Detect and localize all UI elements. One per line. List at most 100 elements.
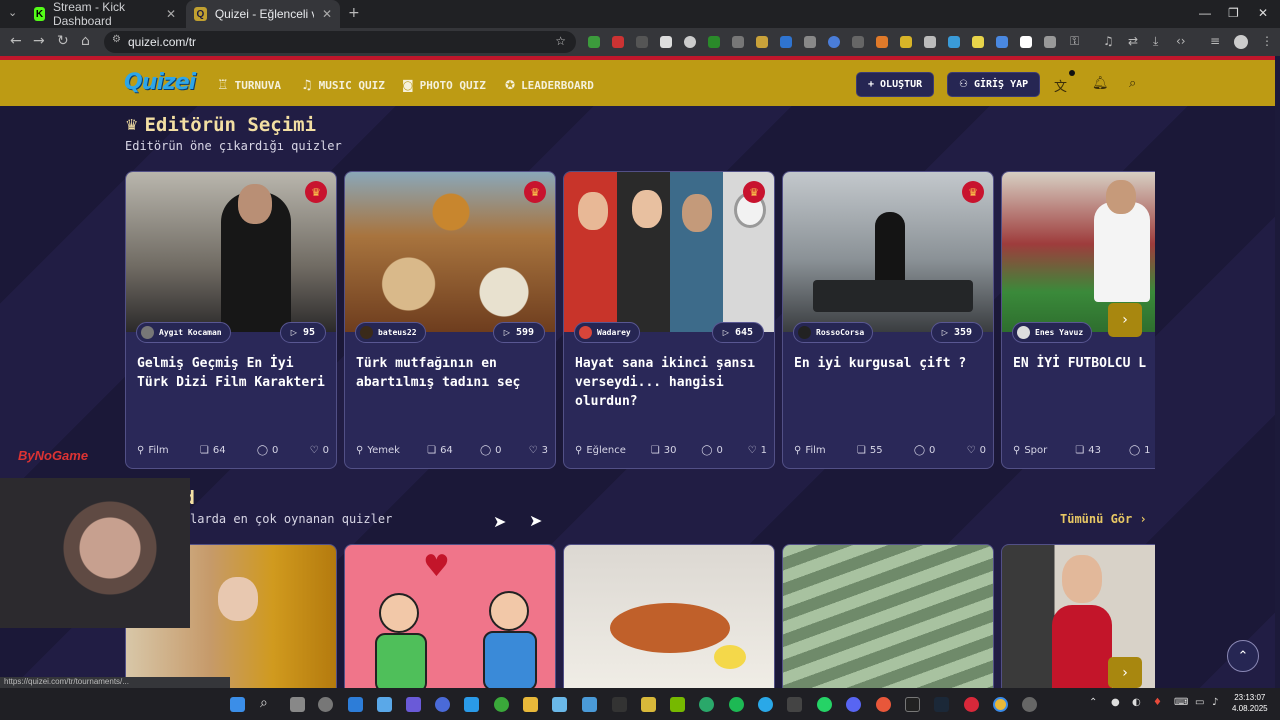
new-tab-icon[interactable]: + (348, 5, 360, 21)
bookmark-star-icon[interactable]: ☆ (555, 34, 566, 48)
quiz-title[interactable]: En iyi kurgusal çift ? (794, 354, 986, 373)
network-icon[interactable]: ▭ (1195, 697, 1204, 708)
tab-quizei[interactable]: Q Quizei - Eğlenceli ve etkileşimli ✕ (186, 0, 340, 28)
extension-icon[interactable] (924, 36, 936, 48)
extension-icon[interactable] (996, 36, 1008, 48)
windows-start-icon[interactable] (230, 697, 245, 712)
quiz-title[interactable]: Hayat sana ikinci şansı verseydi... hang… (575, 354, 767, 411)
quiz-title[interactable]: Türk mutfağının en abartılmış tadını seç (356, 354, 548, 392)
tab-search-icon[interactable]: ⌄ (8, 6, 17, 19)
app-icon[interactable] (1022, 697, 1037, 712)
quiz-card[interactable]: ♛ Aygıt Kocaman ▷ 95 Gelmiş Geçmiş En İyi… (125, 171, 337, 469)
nav-photo-quiz[interactable]: ◙ PHOTO QUIZ (402, 78, 486, 92)
login-button[interactable]: ⚇ GİRİŞ YAP (947, 72, 1041, 97)
extension-icon[interactable] (948, 36, 960, 48)
like-count[interactable]: ♡ 0 (310, 445, 329, 456)
see-all-link[interactable]: Tümünü Gör › (1060, 512, 1147, 526)
app-icon[interactable] (552, 697, 567, 712)
author-chip[interactable]: Wadarey (574, 322, 640, 343)
app-icon[interactable] (435, 697, 450, 712)
site-info-icon[interactable]: ⚙ (112, 34, 121, 45)
spotify-icon[interactable] (729, 697, 744, 712)
whatsapp-icon[interactable] (817, 697, 832, 712)
like-count[interactable]: ♡ 1 (748, 445, 767, 456)
extension-icon[interactable] (612, 36, 624, 48)
settings-gear-icon[interactable] (318, 697, 333, 712)
extension-icon[interactable] (660, 36, 672, 48)
back-icon[interactable]: ← (10, 33, 22, 49)
extension-icon[interactable] (780, 36, 792, 48)
create-button[interactable]: + OLUŞTUR (856, 72, 935, 97)
window-close-icon[interactable]: ✕ (1258, 6, 1268, 20)
notepad-icon[interactable] (582, 697, 597, 712)
devtools-icon[interactable]: ‹› (1176, 34, 1186, 48)
carousel-next-button[interactable]: › (1108, 303, 1142, 337)
tray-app-icon[interactable]: ◐ (1132, 697, 1141, 708)
nav-leaderboard[interactable]: ✪ LEADERBOARD (505, 78, 594, 92)
home-icon[interactable]: ⌂ (81, 33, 90, 49)
author-chip[interactable]: bateus22 (355, 322, 426, 343)
extension-icon[interactable] (1044, 36, 1056, 48)
volume-icon[interactable]: ♪ (1212, 697, 1218, 708)
like-count[interactable]: ♡ 0 (967, 445, 986, 456)
quiz-card[interactable]: ♛ bateus22 ▷ 599 Türk mutfağının en abart… (344, 171, 556, 469)
search-icon[interactable]: ⌕ (1129, 76, 1136, 91)
file-explorer-icon[interactable] (523, 697, 538, 712)
extension-icon[interactable] (852, 36, 864, 48)
tab-kick-dashboard[interactable]: K Stream - Kick Dashboard ✕ (26, 0, 184, 28)
epic-games-icon[interactable] (905, 697, 920, 712)
author-chip[interactable]: RossoCorsa (793, 322, 874, 343)
address-bar[interactable]: ⚙ quizei.com/tr ☆ (104, 31, 576, 53)
like-count[interactable]: ♡ 3 (529, 445, 548, 456)
language-icon[interactable]: 文 (1054, 76, 1067, 95)
media-icon[interactable]: ♫ (1103, 34, 1114, 48)
puzzle-extensions-icon[interactable]: ⚿ (1070, 34, 1079, 49)
nvidia-icon[interactable] (670, 697, 685, 712)
extension-icon[interactable] (636, 36, 648, 48)
quiz-card[interactable]: ♛ RossoCorsa ▷ 359 En iyi kurgusal çift ?… (782, 171, 994, 469)
chrome-icon[interactable] (993, 697, 1008, 712)
app-icon[interactable] (641, 697, 656, 712)
extension-icon[interactable] (708, 36, 720, 48)
steam-icon[interactable] (934, 697, 949, 712)
carousel-next-button[interactable]: › (1108, 657, 1142, 688)
terminal-icon[interactable] (612, 697, 627, 712)
reading-list-icon[interactable]: ≡ (1210, 34, 1220, 48)
quiz-title[interactable]: EN İYİ FUTBOLCU L (1013, 354, 1155, 373)
quiz-card[interactable]: ♥ (344, 544, 556, 688)
author-chip[interactable]: Enes Yavuz (1012, 322, 1093, 343)
minimize-icon[interactable]: — (1199, 6, 1211, 20)
store-icon[interactable] (464, 697, 479, 712)
microphone-icon[interactable]: ♦ (1153, 697, 1162, 708)
extension-icon[interactable] (876, 36, 888, 48)
app-icon[interactable] (787, 697, 802, 712)
extension-icon[interactable] (732, 36, 744, 48)
keyboard-icon[interactable]: ⌨ (1174, 697, 1188, 708)
edge-icon[interactable] (699, 697, 714, 712)
author-chip[interactable]: Aygıt Kocaman (136, 322, 231, 343)
profile-avatar[interactable] (1234, 35, 1248, 49)
forward-icon[interactable]: → (33, 33, 45, 49)
extension-icon[interactable] (804, 36, 816, 48)
extension-icon[interactable] (900, 36, 912, 48)
task-view-icon[interactable] (290, 697, 305, 712)
nav-tournament[interactable]: ♖ TURNUVA (217, 78, 281, 93)
close-icon[interactable]: ✕ (166, 7, 176, 21)
close-icon[interactable]: ✕ (322, 7, 332, 21)
translate-icon[interactable]: ⇄ (1128, 34, 1138, 48)
download-icon[interactable]: ⤓ (1153, 34, 1158, 49)
xbox-icon[interactable] (494, 697, 509, 712)
quiz-card[interactable]: ♛ Wadarey ▷ 645 Hayat sana ikinci şansı v… (563, 171, 775, 469)
extension-icon[interactable] (828, 36, 840, 48)
scroll-to-top-button[interactable]: ⌃ (1227, 640, 1259, 672)
reload-icon[interactable]: ↻ (57, 33, 69, 49)
extension-icon[interactable] (588, 36, 600, 48)
page-scrollbar[interactable] (1275, 56, 1280, 688)
maximize-icon[interactable]: ❐ (1228, 6, 1239, 20)
telegram-icon[interactable] (758, 697, 773, 712)
extension-icon[interactable] (756, 36, 768, 48)
site-logo[interactable]: Quizei (124, 70, 196, 95)
extension-icon[interactable] (684, 36, 696, 48)
browser-menu-icon[interactable]: ⋮ (1261, 34, 1273, 48)
quiz-title[interactable]: Gelmiş Geçmiş En İyi Türk Dizi Film Kara… (137, 354, 329, 392)
